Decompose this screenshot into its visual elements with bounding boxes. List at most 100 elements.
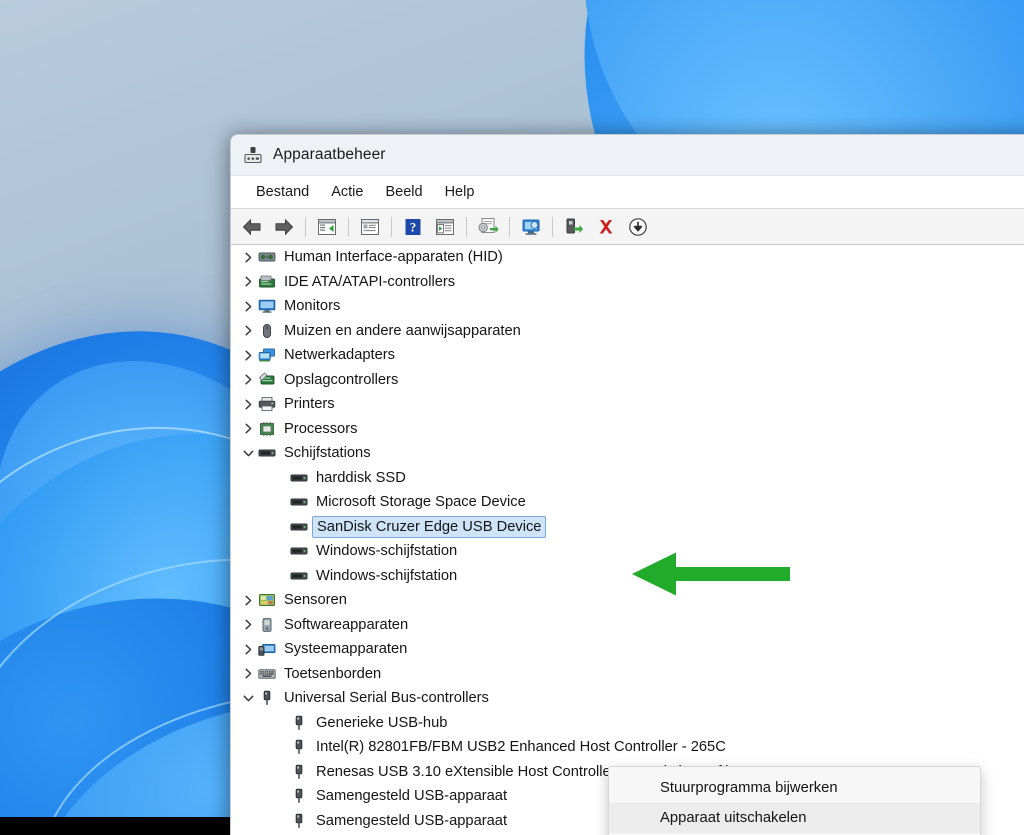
toolbar-separator bbox=[305, 216, 306, 237]
usb-icon bbox=[289, 763, 309, 781]
device-tree[interactable]: Human Interface-apparaten (HID) IDE ATA/A… bbox=[231, 245, 1024, 835]
tree-item-label: Human Interface-apparaten (HID) bbox=[284, 249, 503, 266]
usb-icon bbox=[289, 787, 309, 805]
tree-item-label: harddisk SSD bbox=[316, 469, 406, 486]
sensor-icon bbox=[257, 591, 277, 609]
usb-icon bbox=[289, 812, 309, 830]
tree-item-label: Intel(R) 82801FB/FBM USB2 Enhanced Host … bbox=[316, 739, 726, 756]
tree-item[interactable]: Universal Serial Bus-controllers bbox=[231, 686, 1024, 711]
toolbar-separator bbox=[391, 216, 392, 237]
tree-item[interactable]: Human Interface-apparaten (HID) bbox=[231, 245, 1024, 270]
device-manager-icon bbox=[243, 145, 263, 165]
back-icon[interactable] bbox=[237, 213, 267, 241]
tree-item-label: IDE ATA/ATAPI-controllers bbox=[284, 273, 456, 290]
chevron-right-icon[interactable] bbox=[239, 668, 257, 679]
window-title: Apparaatbeheer bbox=[273, 146, 386, 163]
tree-item[interactable]: Monitors bbox=[231, 294, 1024, 319]
context-menu-item[interactable]: Apparaat uitschakelen bbox=[609, 803, 980, 833]
uninstall-device-icon[interactable] bbox=[591, 213, 621, 241]
chevron-right-icon[interactable] bbox=[239, 619, 257, 630]
help-icon[interactable]: ? bbox=[398, 213, 428, 241]
menu-help[interactable]: Help bbox=[434, 181, 486, 203]
tree-item-label: Schijfstations bbox=[284, 445, 371, 462]
chevron-right-icon[interactable] bbox=[239, 276, 257, 287]
chevron-right-icon[interactable] bbox=[239, 595, 257, 606]
tree-item-label: Samengesteld USB-apparaat bbox=[316, 812, 508, 829]
window-titlebar[interactable]: Apparaatbeheer bbox=[231, 135, 1024, 176]
tree-item-label: Muizen en andere aanwijsapparaten bbox=[284, 322, 521, 339]
tree-item[interactable]: Systeemapparaten bbox=[231, 637, 1024, 662]
tree-item[interactable]: Schijfstations bbox=[231, 441, 1024, 466]
tree-item[interactable]: Opslagcontrollers bbox=[231, 368, 1024, 393]
forward-icon[interactable] bbox=[269, 213, 299, 241]
update-driver-icon[interactable] bbox=[473, 213, 503, 241]
usb-icon bbox=[257, 689, 277, 707]
tree-item[interactable]: Microsoft Storage Space Device bbox=[231, 490, 1024, 515]
tree-item[interactable]: IDE ATA/ATAPI-controllers bbox=[231, 270, 1024, 295]
chevron-right-icon[interactable] bbox=[239, 399, 257, 410]
tree-item-label: Opslagcontrollers bbox=[284, 371, 399, 388]
tree-item-label: Windows-schijfstation bbox=[316, 567, 458, 584]
chevron-down-icon[interactable] bbox=[239, 448, 257, 459]
tree-item-label: Generieke USB-hub bbox=[316, 714, 448, 731]
chevron-right-icon[interactable] bbox=[239, 301, 257, 312]
tree-item[interactable]: Windows-schijfstation bbox=[231, 564, 1024, 589]
tree-item-label: Sensoren bbox=[284, 592, 347, 609]
tree-item[interactable]: Softwareapparaten bbox=[231, 613, 1024, 638]
toolbar-separator bbox=[552, 216, 553, 237]
toolbar: ? bbox=[231, 209, 1024, 245]
enable-device-icon[interactable] bbox=[559, 213, 589, 241]
mouse-icon bbox=[257, 322, 277, 340]
device-manager-window: Apparaatbeheer Bestand Actie Beeld Help bbox=[230, 134, 1024, 835]
tree-item[interactable]: Printers bbox=[231, 392, 1024, 417]
chevron-right-icon[interactable] bbox=[239, 423, 257, 434]
chevron-right-icon[interactable] bbox=[239, 350, 257, 361]
scan-hardware-changes-icon[interactable] bbox=[516, 213, 546, 241]
chevron-right-icon[interactable] bbox=[239, 374, 257, 385]
printer-icon bbox=[257, 395, 277, 413]
tree-item-label: Samengesteld USB-apparaat bbox=[316, 788, 508, 805]
tree-item-label: Universal Serial Bus-controllers bbox=[284, 690, 489, 707]
tree-item[interactable]: Generieke USB-hub bbox=[231, 711, 1024, 736]
usb-icon bbox=[289, 714, 309, 732]
tree-item-label: SanDisk Cruzer Edge USB Device bbox=[312, 515, 547, 538]
storage-controller-icon bbox=[257, 371, 277, 389]
disable-device-icon[interactable] bbox=[623, 213, 653, 241]
tree-item[interactable]: harddisk SSD bbox=[231, 466, 1024, 491]
menu-actie[interactable]: Actie bbox=[320, 181, 374, 203]
chevron-right-icon[interactable] bbox=[239, 644, 257, 655]
disk-drive-icon bbox=[289, 542, 309, 560]
tree-item[interactable]: Muizen en andere aanwijsapparaten bbox=[231, 319, 1024, 344]
tree-item[interactable]: Toetsenborden bbox=[231, 662, 1024, 687]
chevron-right-icon[interactable] bbox=[239, 325, 257, 336]
tree-item-label: Windows-schijfstation bbox=[316, 543, 458, 560]
menu-bestand[interactable]: Bestand bbox=[245, 181, 320, 203]
show-hide-console-tree-icon[interactable] bbox=[312, 213, 342, 241]
tree-item-label: Processors bbox=[284, 420, 358, 437]
toolbar-separator bbox=[348, 216, 349, 237]
tree-item-label: Microsoft Storage Space Device bbox=[316, 494, 526, 511]
tree-item-label: Toetsenborden bbox=[284, 665, 382, 682]
tree-item[interactable]: Processors bbox=[231, 417, 1024, 442]
tree-item[interactable]: Intel(R) 82801FB/FBM USB2 Enhanced Host … bbox=[231, 735, 1024, 760]
view-icon[interactable] bbox=[430, 213, 460, 241]
chevron-down-icon[interactable] bbox=[239, 693, 257, 704]
monitor-icon bbox=[257, 297, 277, 315]
tree-item[interactable]: Netwerkadapters bbox=[231, 343, 1024, 368]
network-adapter-icon bbox=[257, 346, 277, 364]
tree-item-label: Monitors bbox=[284, 298, 341, 315]
toolbar-separator bbox=[509, 216, 510, 237]
tree-item[interactable]: Sensoren bbox=[231, 588, 1024, 613]
menu-beeld[interactable]: Beeld bbox=[374, 181, 433, 203]
software-device-icon bbox=[257, 616, 277, 634]
tree-item-label: Netwerkadapters bbox=[284, 347, 396, 364]
tree-item[interactable]: Windows-schijfstation bbox=[231, 539, 1024, 564]
tree-item[interactable]: SanDisk Cruzer Edge USB Device bbox=[231, 515, 1024, 540]
chevron-right-icon[interactable] bbox=[239, 252, 257, 263]
disk-drive-icon bbox=[289, 469, 309, 487]
properties-icon[interactable] bbox=[355, 213, 385, 241]
context-menu-item[interactable]: Stuurprogramma bijwerken bbox=[609, 773, 980, 803]
disk-drive-icon bbox=[289, 518, 309, 536]
tree-item-label: Systeemapparaten bbox=[284, 641, 408, 658]
context-menu[interactable]: Stuurprogramma bijwerken Apparaat uitscha… bbox=[608, 766, 981, 835]
